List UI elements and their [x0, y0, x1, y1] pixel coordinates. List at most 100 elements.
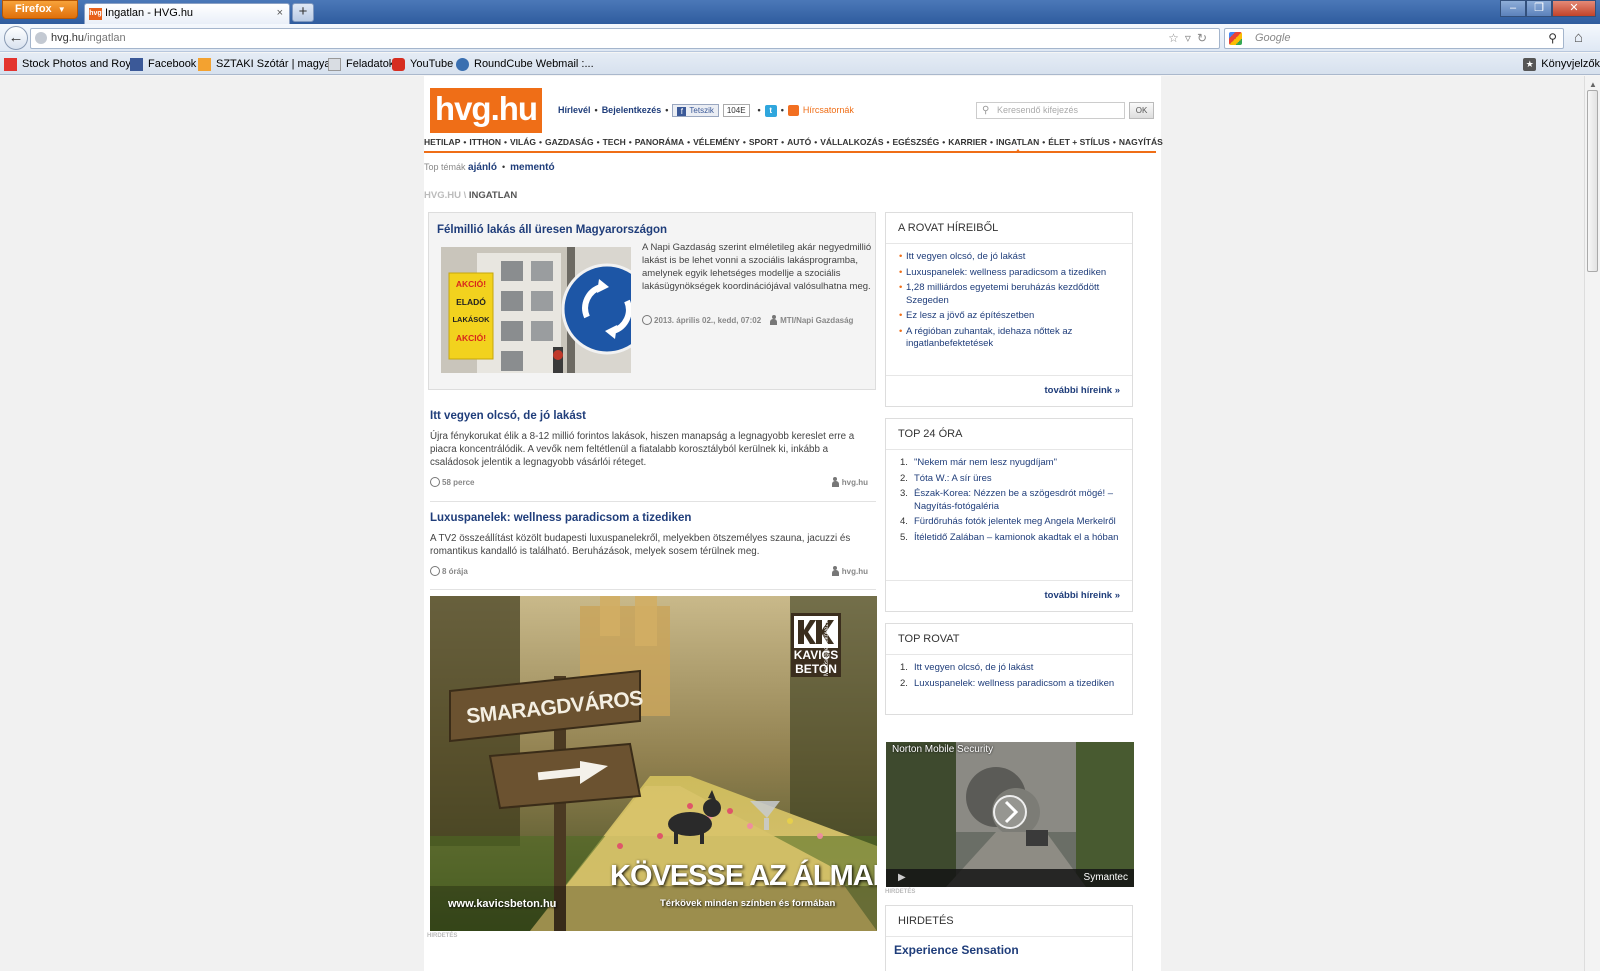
featured-article: Félmillió lakás áll üresen Magyarországo… — [428, 212, 876, 390]
kavics-beton-ad[interactable]: SMARAGDVÁROS KÖVESSE AZ ÁLMAIT! www.kavi… — [430, 596, 877, 931]
article-title[interactable]: Luxuspanelek: wellness paradicsom a tize… — [430, 512, 691, 524]
more-news-link[interactable]: további híreink » — [886, 580, 1132, 611]
reload-icon[interactable]: ↻ — [1197, 31, 1213, 45]
bookmark-item[interactable]: YouTube — [392, 56, 453, 72]
list-item[interactable]: Luxuspanelek: wellness paradicsom a tize… — [899, 266, 1120, 280]
nav-item-11[interactable]: KARRIER — [948, 136, 987, 148]
norton-video-ad[interactable]: Norton Mobile Security ▶ Symantec — [886, 742, 1134, 887]
firefox-menu-button[interactable]: Firefox ▼ — [2, 0, 78, 19]
nav-item-0[interactable]: HETILAP — [424, 136, 460, 148]
list-item[interactable]: 1,28 milliárdos egyetemi beruházás kezdő… — [899, 282, 1120, 307]
hvg-favicon-icon: hvg — [89, 8, 102, 20]
rss-icon[interactable] — [787, 105, 799, 116]
bookmark-label: RoundCube Webmail :... — [474, 58, 594, 70]
browser-titlebar: Firefox ▼ hvg Ingatlan - HVG.hu × + – ❐ ✕ — [0, 0, 1600, 24]
facebook-like-button[interactable]: f Tetszik — [672, 104, 719, 117]
bookmark-item[interactable]: Facebook — [130, 56, 196, 72]
list-item[interactable]: 1. Itt vegyen olcsó, de jó lakást — [900, 662, 1120, 675]
author-icon — [770, 315, 778, 325]
separator-dot: • — [742, 137, 746, 147]
minimize-button[interactable]: – — [1500, 0, 1526, 17]
sponsored-headline[interactable]: Experience Sensation — [894, 943, 1019, 957]
scrollbar-thumb[interactable] — [1587, 90, 1598, 272]
more-news-link[interactable]: további híreink » — [886, 375, 1132, 406]
featured-article-meta: 2013. április 02., kedd, 07:02 MTI/Napi … — [642, 315, 872, 325]
nav-item-14[interactable]: NAGYÍTÁS — [1119, 136, 1163, 148]
list-item-label: Luxuspanelek: wellness paradicsom a tize… — [914, 677, 1115, 689]
bookmarks-menu[interactable]: ★ Könyvjelzők — [1523, 56, 1600, 72]
breadcrumb-home[interactable]: HVG.HU — [424, 190, 461, 201]
rss-link[interactable]: Hírcsatornák — [803, 105, 854, 115]
separator-dot: • — [538, 137, 542, 147]
nav-item-9[interactable]: VÁLLALKOZÁS — [820, 136, 883, 148]
top-theme-link[interactable]: mementó — [510, 162, 554, 173]
sale-sign-line: LAKÁSOK — [452, 315, 490, 324]
list-item[interactable]: 2. Luxuspanelek: wellness paradicsom a ti… — [900, 678, 1120, 691]
list-item[interactable]: 1. "Nekem már nem lesz nyugdíjam" — [900, 457, 1120, 470]
article-meta: 58 perce hvg.hu — [430, 477, 876, 491]
article-title[interactable]: Itt vegyen olcsó, de jó lakást — [430, 410, 586, 422]
nav-item-7[interactable]: SPORT — [749, 136, 778, 148]
list-item-label: Luxuspanelek: wellness paradicsom a tize… — [906, 266, 1107, 278]
site-search-input[interactable]: ⚲ Keresendő kifejezés — [976, 102, 1125, 119]
breadcrumb: HVG.HU \ INGATLAN — [424, 190, 517, 201]
back-button[interactable]: ← — [4, 26, 28, 50]
bookmarks-menu-label: Könyvjelzők — [1541, 58, 1600, 70]
bookmark-star-icon[interactable]: ☆ — [1168, 31, 1185, 45]
bookmark-item[interactable]: RoundCube Webmail :... — [456, 56, 594, 72]
bookmark-item[interactable]: Stock Photos and Roy... — [4, 56, 139, 72]
close-tab-icon[interactable]: × — [277, 4, 283, 23]
scroll-up-icon[interactable]: ▲ — [1589, 80, 1597, 89]
browser-search-bar[interactable]: Google ⚲ — [1224, 28, 1564, 49]
featured-article-title[interactable]: Félmillió lakás áll üresen Magyarországo… — [437, 224, 667, 236]
browser-search-placeholder: Google — [1255, 32, 1291, 44]
list-item[interactable]: 4. Fürdőruhás fotók jelentek meg Angela M… — [900, 516, 1120, 529]
separator-dot: • — [942, 137, 946, 147]
nav-item-13[interactable]: ÉLET + STÍLUS — [1048, 136, 1110, 148]
play-icon[interactable]: ▶ — [898, 872, 906, 883]
ad-label: HIRDETÉS — [427, 933, 458, 939]
nav-item-2[interactable]: VILÁG — [510, 136, 536, 148]
list-item[interactable]: Ez lesz a jövő az építészetben — [899, 310, 1120, 323]
search-icon[interactable]: ⚲ — [1548, 29, 1557, 48]
bookmark-item[interactable]: Feladatok — [328, 56, 394, 72]
site-search-button[interactable]: OK — [1129, 102, 1154, 119]
nav-item-1[interactable]: ITTHON — [469, 136, 501, 148]
new-tab-button[interactable]: + — [292, 3, 314, 22]
bookmark-item[interactable]: SZTAKI Szótár | magya... — [198, 56, 340, 72]
login-link[interactable]: Bejelentkezés — [602, 105, 662, 115]
home-icon[interactable]: ⌂ — [1574, 29, 1583, 46]
list-item[interactable]: Itt vegyen olcsó, de jó lakást — [899, 251, 1120, 264]
list-item[interactable]: 3. Észak-Korea: Nézzen be a szögesdrót mö… — [900, 488, 1120, 513]
url-bar[interactable]: hvg.hu/ingatlan ☆▿↻ — [30, 28, 1220, 49]
featured-article-image[interactable]: AKCIÓ! ELADÓ LAKÁSOK AKCIÓ! — [441, 247, 631, 373]
nav-item-5[interactable]: PANORÁMA — [635, 136, 684, 148]
youtube-icon — [392, 58, 405, 71]
list-item[interactable]: 2. Tóta W.: A sír üres — [900, 473, 1120, 486]
maximize-button[interactable]: ❐ — [1526, 0, 1552, 17]
facebook-like-count: 104E — [722, 104, 750, 117]
sponsored-box: HIRDETÉS Experience Sensation — [885, 905, 1133, 971]
separator-dot: • — [886, 137, 890, 147]
history-dropdown-icon[interactable]: ▿ — [1185, 31, 1197, 45]
twitter-icon[interactable]: t — [764, 104, 777, 117]
nav-item-10[interactable]: EGÉSZSÉG — [892, 136, 939, 148]
close-window-button[interactable]: ✕ — [1552, 0, 1596, 17]
nav-item-4[interactable]: TECH — [603, 136, 626, 148]
tab-active[interactable]: hvg Ingatlan - HVG.hu × — [84, 3, 290, 24]
nav-item-3[interactable]: GAZDASÁG — [545, 136, 594, 148]
nav-item-6[interactable]: VÉLEMÉNY — [693, 136, 740, 148]
list-item[interactable]: 5. Ítéletidő Zalában – kamionok akadtak e… — [900, 532, 1120, 545]
nav-item-12[interactable]: INGATLAN — [996, 136, 1039, 153]
top-section-box: TOP ROVAT 1. Itt vegyen olcsó, de jó laká… — [885, 623, 1133, 715]
list-item-label: 1,28 milliárdos egyetemi beruházás kezdő… — [906, 282, 1100, 306]
site-identity-icon[interactable] — [35, 32, 47, 44]
article-time: 58 perce — [442, 478, 475, 487]
newsletter-link[interactable]: Hírlevél — [558, 105, 591, 115]
top-theme-link[interactable]: ajánló — [468, 162, 497, 173]
site-logo[interactable]: hvg.hu — [430, 88, 542, 133]
nav-item-8[interactable]: AUTÓ — [787, 136, 811, 148]
google-engine-icon[interactable] — [1229, 32, 1242, 45]
vertical-scrollbar[interactable]: ▲ — [1584, 76, 1600, 971]
list-item[interactable]: A régióban zuhantak, idehaza nőttek az i… — [899, 326, 1120, 351]
